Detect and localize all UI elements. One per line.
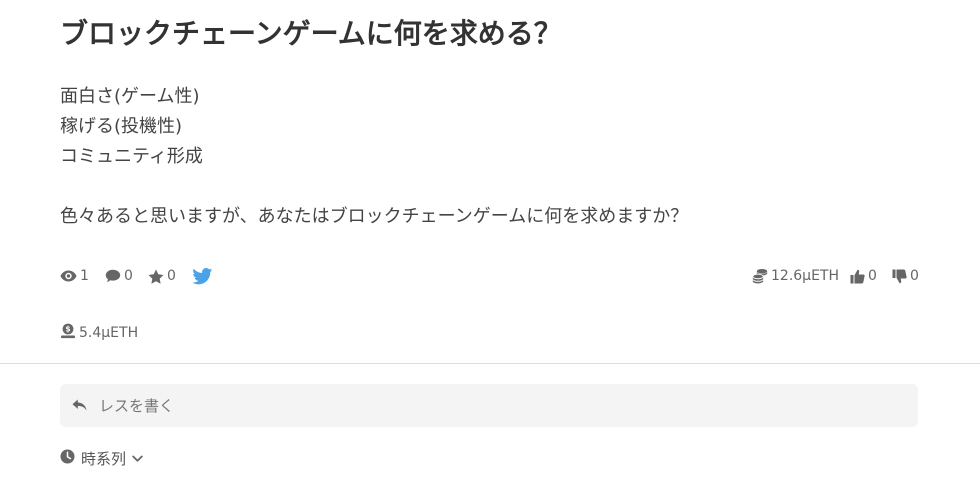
reply-icon: [72, 399, 87, 412]
post-stats: 1 0 0 12.6μETH 0 0: [60, 263, 920, 289]
sort-dropdown[interactable]: 時系列: [60, 446, 143, 470]
svg-text:$: $: [65, 325, 70, 334]
view-count-value: 1: [80, 268, 89, 284]
sort-label: 時系列: [81, 449, 127, 468]
reward-amount: 12.6μETH: [752, 263, 839, 289]
favorite-button[interactable]: 0: [148, 263, 176, 289]
comment-count[interactable]: 0: [105, 263, 133, 289]
star-icon: [148, 269, 164, 284]
post-body-line: [60, 172, 688, 202]
post-body: 面白さ(ゲーム性) 稼げる(投機性) コミュニティ形成 色々あると思いますが、あ…: [60, 82, 688, 232]
dislike-count-value: 0: [910, 268, 919, 284]
comment-count-value: 0: [124, 268, 133, 284]
divider: [0, 363, 980, 364]
like-button[interactable]: 0: [850, 263, 877, 289]
reply-placeholder: レスを書く: [99, 397, 175, 415]
like-count-value: 0: [868, 268, 877, 284]
comment-icon: [105, 269, 121, 283]
dislike-button[interactable]: 0: [892, 263, 919, 289]
twitter-share-button[interactable]: [192, 263, 213, 289]
twitter-icon: [192, 267, 213, 285]
post-body-line: 色々あると思いますが、あなたはブロックチェーンゲームに何を求めますか？: [60, 206, 689, 227]
coins-icon: [752, 268, 768, 284]
thumbs-down-icon: [892, 269, 907, 284]
reply-input[interactable]: レスを書く: [60, 384, 918, 427]
clock-icon: [60, 449, 75, 468]
post-title: ブロックチェーンゲームに何を求める？: [60, 17, 562, 50]
thumbs-up-icon: [850, 269, 865, 284]
page: ブロックチェーンゲームに何を求める？ 面白さ(ゲーム性) 稼げる(投機性) コミ…: [0, 0, 980, 486]
post-body-line: 稼げる(投機性): [60, 116, 183, 137]
reward-amount-value: 12.6μETH: [771, 268, 840, 284]
money-hand-icon: $: [60, 323, 76, 343]
tip-amount-value: 5.4μETH: [79, 325, 139, 341]
post-body-line: 面白さ(ゲーム性): [60, 86, 200, 107]
tip-amount: $ 5.4μETH: [60, 320, 138, 346]
view-count: 1: [60, 263, 89, 289]
post-body-line: コミュニティ形成: [60, 146, 203, 167]
chevron-down-icon: [132, 449, 143, 467]
eye-icon: [60, 270, 77, 282]
favorite-count-value: 0: [167, 268, 176, 284]
